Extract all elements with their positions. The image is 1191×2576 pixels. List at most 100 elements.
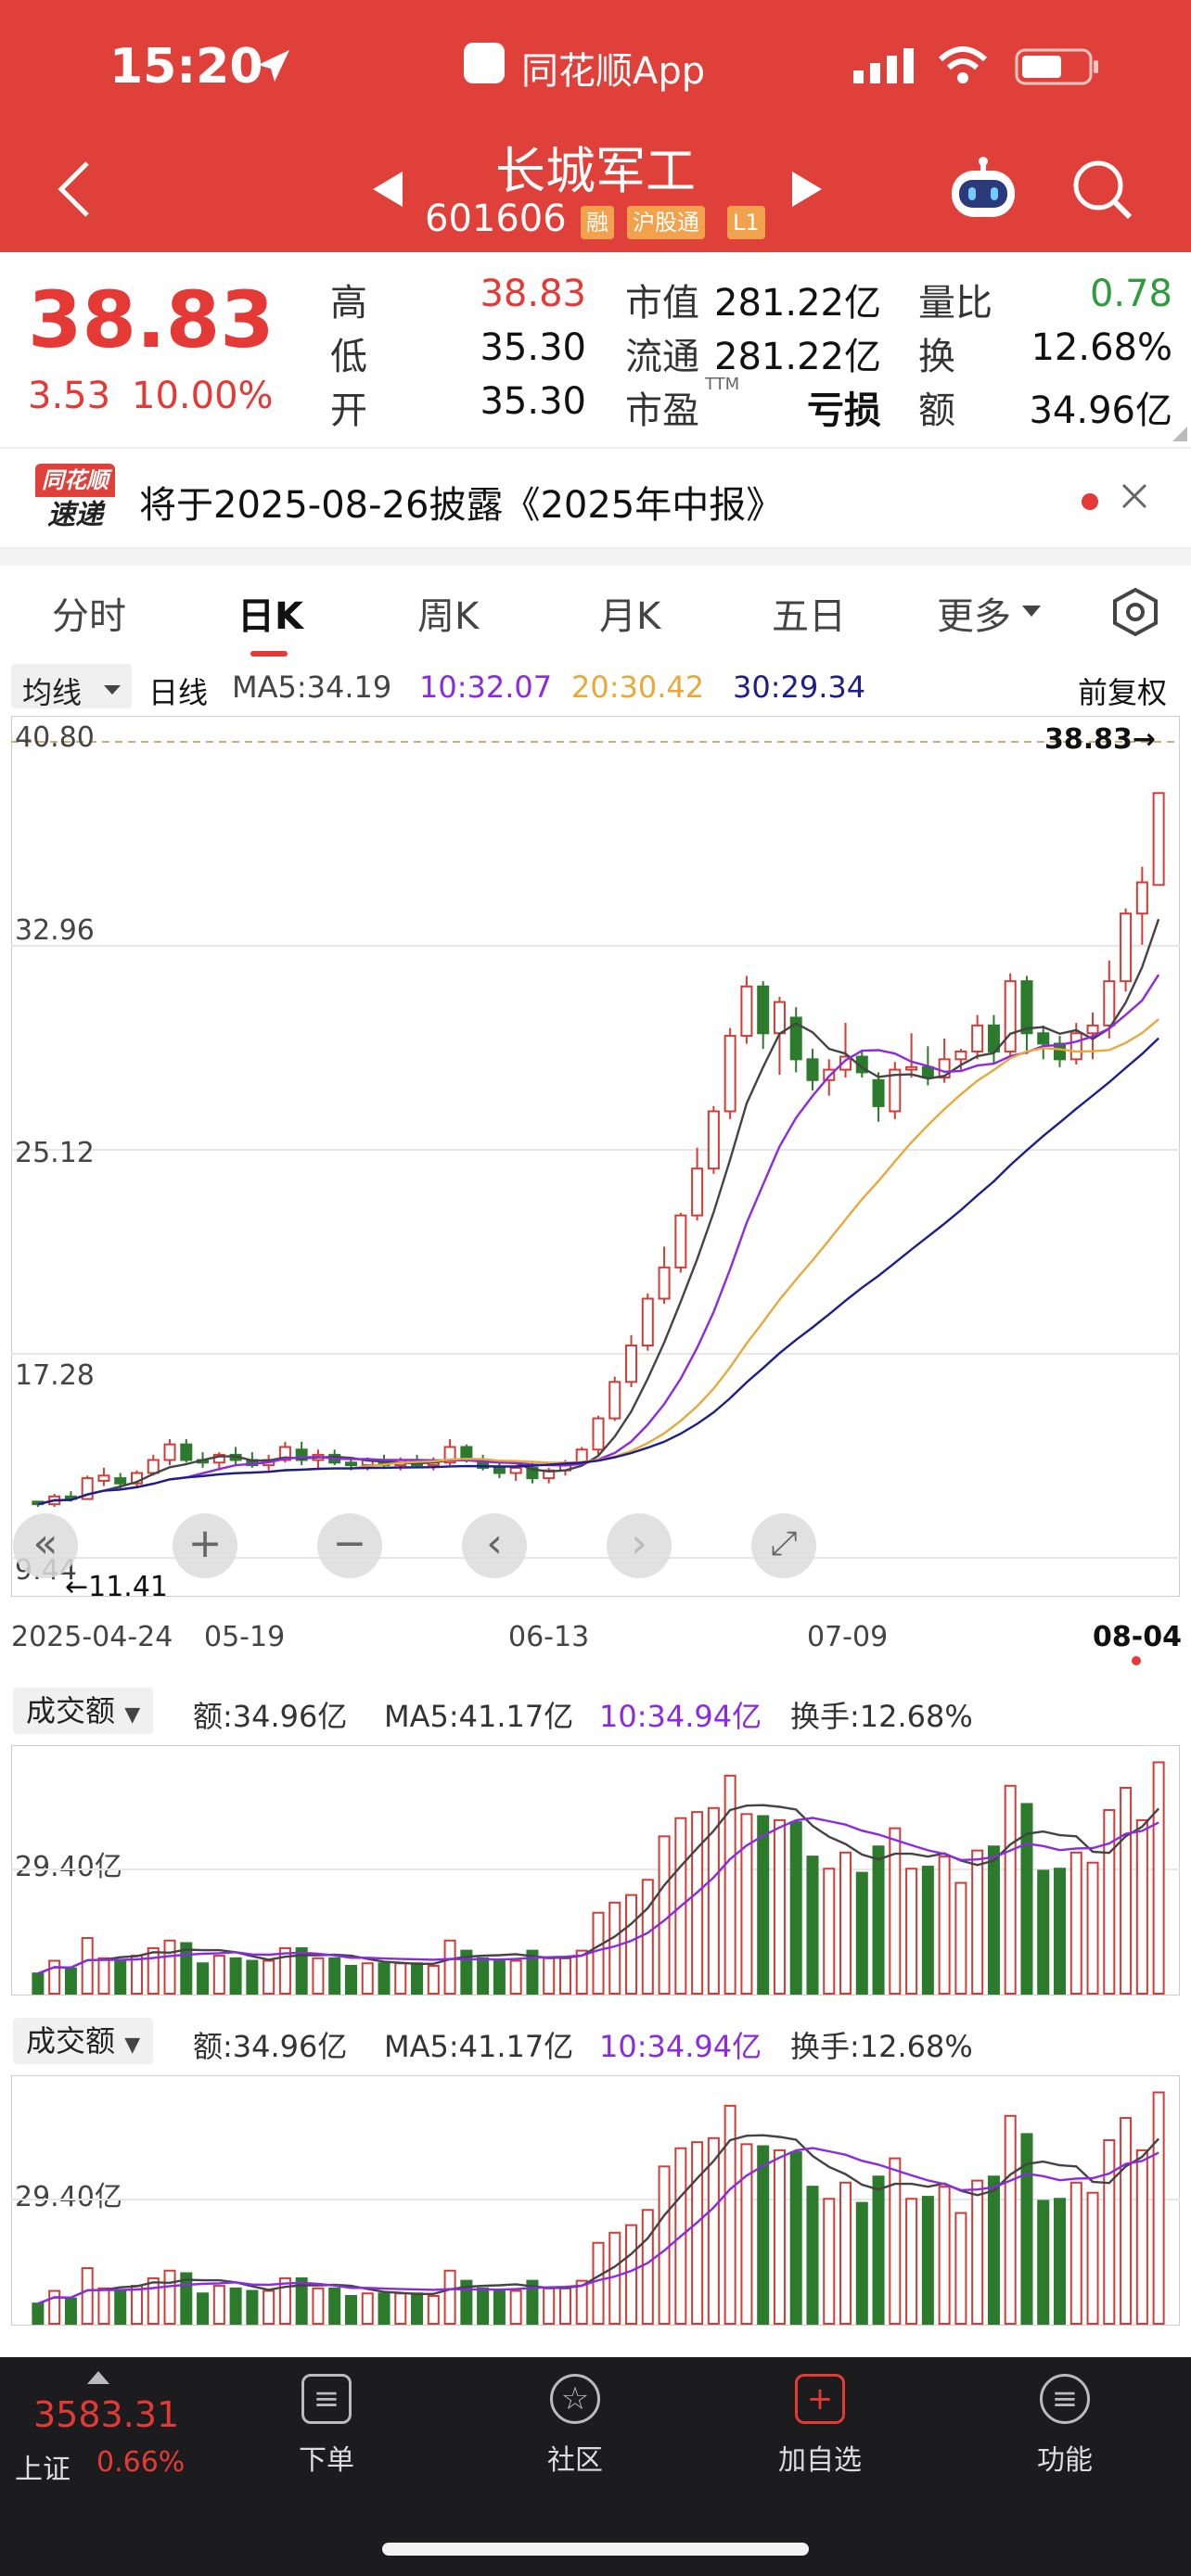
tab-weekly-k[interactable]: 周K — [417, 586, 479, 640]
vol-bar-0-40 — [691, 1811, 704, 1996]
vol-bar-1-25 — [443, 2269, 456, 2326]
nav-functions[interactable]: ≡ 功能 — [981, 2357, 1148, 2478]
adjust-mode[interactable]: 前复权 — [1078, 670, 1167, 712]
index-value[interactable]: 3583.31 — [33, 2394, 179, 2435]
ma10-value: 10:32.07 — [419, 670, 553, 705]
candle-body-43 — [740, 985, 753, 1038]
date-label-0: 2025-04-24 — [11, 1621, 173, 1653]
chevron-down-icon — [1022, 605, 1041, 622]
vol-bar-0-25 — [443, 1939, 456, 1996]
vol-bar-0-4 — [97, 1957, 110, 1995]
volume-selector-1-label: 成交额 — [26, 1693, 116, 1728]
vol-bar-0-19 — [344, 1964, 357, 1996]
vol-bar-0-53 — [905, 1868, 918, 1995]
zoom-in-button[interactable]: + — [173, 1513, 237, 1578]
wifi-icon — [937, 45, 989, 89]
pan-right-button[interactable]: › — [607, 1513, 672, 1578]
candle-body-4 — [97, 1474, 110, 1482]
vol-bar-1-54 — [921, 2196, 934, 2325]
vol-bar-0-59 — [1004, 1784, 1017, 1995]
vol-bar-0-15 — [278, 1946, 291, 1995]
ma-period: 日线 — [148, 675, 209, 710]
vol-bar-0-10 — [197, 1962, 210, 1996]
vol-bar-0-64 — [1086, 1861, 1099, 1995]
vol-bar-1-4 — [97, 2287, 110, 2325]
open-label: 开 — [330, 389, 367, 432]
vol-bar-1-32 — [558, 2287, 571, 2325]
vol-bar-0-17 — [312, 1957, 325, 1995]
y-tick-3: 17.28 — [15, 1359, 95, 1392]
expand-corner-icon[interactable] — [1172, 427, 1187, 445]
volume-panel-1: 成交额 ▼ 额:34.96亿 MA5:41.17亿 10:34.94亿 换手:1… — [0, 1680, 1191, 1996]
location-icon — [252, 46, 293, 91]
vol-bar-0-56 — [954, 1881, 967, 1996]
current-date-dot — [1132, 1656, 1141, 1665]
vol-bar-0-45 — [773, 1818, 786, 1996]
candle-body-28 — [493, 1466, 506, 1474]
header-bar: 15:20 同花顺App 长城军工 601606 融 沪股通 L1 — [0, 0, 1191, 252]
tab-five-day[interactable]: 五日 — [772, 586, 846, 640]
vol-bar-0-31 — [543, 1957, 556, 1995]
section-gap — [0, 549, 1191, 566]
pan-left-button[interactable]: ‹ — [462, 1513, 527, 1578]
y-tick-0: 40.80 — [15, 721, 95, 754]
robot-icon[interactable] — [946, 156, 1020, 224]
fullscreen-button[interactable]: ⤢ — [751, 1513, 816, 1578]
vol-bar-0-62 — [1053, 1868, 1067, 1995]
candle-body-8 — [163, 1443, 176, 1461]
vol-bar-0-51 — [872, 1845, 885, 1995]
volume-ratio-label: 量比 — [918, 282, 992, 325]
vol-bar-1-68 — [1152, 2091, 1165, 2325]
settings-hex-icon[interactable] — [1109, 586, 1161, 642]
collapse-left-button[interactable]: « — [13, 1513, 78, 1578]
vol-bar-0-14 — [263, 1959, 275, 1995]
last-price: 38.83 — [28, 274, 275, 365]
candle-body-64 — [1086, 1024, 1099, 1035]
vol-bar-1-7 — [147, 2276, 160, 2325]
notice-text[interactable]: 将于2025-08-26披露《2025年中报》 — [139, 475, 783, 529]
vol2-turnover: 换手:12.68% — [790, 2029, 973, 2064]
zoom-out-button[interactable]: − — [317, 1513, 382, 1578]
vol-bar-1-12 — [229, 2287, 242, 2325]
tab-daily-k[interactable]: 日K — [237, 586, 303, 640]
float-cap-label: 流通 — [625, 336, 699, 378]
order-icon: ≡ — [301, 2374, 352, 2424]
vol-bar-1-53 — [905, 2198, 918, 2325]
nav-order-label: 下单 — [299, 2444, 354, 2477]
volume-selector-2-label: 成交额 — [26, 2023, 116, 2059]
volume-selector-1[interactable]: 成交额 ▼ — [13, 1688, 154, 1734]
nav-add-watchlist[interactable]: + 加自选 — [736, 2357, 903, 2478]
nav-community[interactable]: ☆ 社区 — [492, 2357, 659, 2478]
market-cap-label: 市值 — [625, 282, 699, 325]
tab-monthly-k[interactable]: 月K — [599, 586, 660, 640]
candle-body-61 — [1037, 1032, 1050, 1045]
turnover-value: 12.68% — [1031, 326, 1172, 369]
notice-bar[interactable]: 同花顺 速递 将于2025-08-26披露《2025年中报》 — [0, 447, 1191, 549]
search-icon[interactable] — [1072, 159, 1133, 224]
index-change: 0.66% — [96, 2446, 186, 2479]
pe-value: 亏损 — [807, 389, 881, 432]
next-stock-button[interactable] — [790, 170, 824, 212]
vol-bar-0-32 — [558, 1957, 571, 1995]
kline-chart[interactable] — [10, 715, 1181, 1598]
chevron-down-icon: ▼ — [124, 1703, 141, 1727]
high-value: 38.83 — [480, 273, 586, 315]
index-name: 上证 — [15, 2454, 70, 2486]
candle-body-57 — [971, 1024, 984, 1052]
volume-selector-2[interactable]: 成交额 ▼ — [13, 2018, 154, 2064]
vol-bar-1-34 — [592, 2241, 605, 2325]
close-icon[interactable] — [1121, 482, 1148, 514]
vol-bar-1-22 — [394, 2292, 407, 2326]
vol-bar-1-29 — [509, 2289, 522, 2325]
functions-icon: ≡ — [1040, 2374, 1090, 2424]
home-indicator — [382, 2543, 809, 2556]
notice-logo-top: 同花顺 — [35, 464, 115, 497]
vol-bar-1-40 — [691, 2141, 704, 2326]
candle-body-63 — [1069, 1032, 1082, 1061]
chevron-down-icon: ▼ — [124, 2034, 141, 2057]
tab-more[interactable]: 更多 — [937, 586, 1011, 640]
vol-bar-1-19 — [344, 2294, 357, 2326]
vol-bar-1-66 — [1120, 2116, 1133, 2326]
nav-order[interactable]: ≡ 下单 — [243, 2357, 410, 2478]
tab-intraday[interactable]: 分时 — [52, 586, 126, 640]
